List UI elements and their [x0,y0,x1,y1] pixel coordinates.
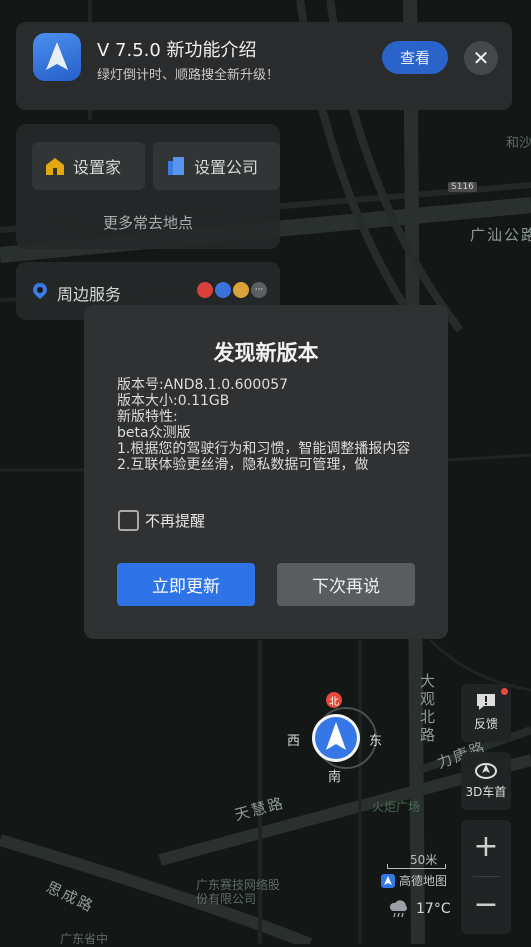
set-home-button[interactable]: 设置家 [32,142,145,190]
road-label-daguan: 大观北路 [420,672,438,744]
dont-remind-checkbox[interactable] [118,510,139,531]
notification-dot [501,688,508,695]
banner-title: V 7.5.0 新功能介绍 [97,40,257,61]
zoom-in-button[interactable]: + [461,820,511,872]
3d-heading-icon [475,763,497,779]
parking-icon [215,282,231,298]
compass-west: 西 [287,734,301,749]
feature-item: 1.根据您的驾驶行为和习惯，智能调整播报内容 [117,441,411,457]
version-number: 版本号:AND8.1.0.600057 [117,377,289,393]
compass-south: 南 [328,770,342,785]
update-dialog: 发现新版本 版本号:AND8.1.0.600057 版本大小:0.11GB 新版… [84,305,448,639]
gas-station-icon [197,282,213,298]
nearby-services-label: 周边服务 [57,285,122,304]
home-icon [46,158,64,175]
view-button[interactable]: 查看 [382,41,448,74]
dont-remind-checkbox-row[interactable]: 不再提醒 [118,510,205,531]
road-label-guangshan: 广汕公路 [470,226,531,244]
road-sign-s116: S116 [448,182,477,192]
dialog-release-notes[interactable]: 版本号:AND8.1.0.600057 版本大小:0.11GB 新版特性: be… [117,377,417,493]
compass-east: 东 [369,734,383,749]
new-feature-banner[interactable]: V 7.5.0 新功能介绍 绿灯倒计时、顺路搜全新升级！ 查看 ✕ [16,22,512,110]
close-icon[interactable]: ✕ [464,41,498,75]
set-company-label: 设置公司 [194,158,259,177]
poi-label-torch-square: 火炬广场 [372,800,421,814]
company-icon [168,157,184,175]
more-places-link[interactable]: 更多常去地点 [16,212,280,233]
version-size: 版本大小:0.11GB [117,393,230,409]
location-pin-icon [33,283,47,299]
nearby-service-icons: ··· [197,282,267,298]
zoom-out-button[interactable]: − [461,878,511,930]
feedback-button[interactable]: 反馈 [461,684,511,742]
feature-item: 2.互联体验更丝滑，隐私数据可管理，做 [117,457,369,473]
dont-remind-label: 不再提醒 [145,512,206,530]
update-now-button[interactable]: 立即更新 [117,563,255,606]
zoom-divider [473,876,499,877]
amap-brand: 高德地图 [381,872,447,889]
poi-label-guangdong-province: 广东省中 [60,932,109,946]
features-heading: 新版特性: [117,409,178,425]
feedback-label: 反馈 [473,717,498,731]
zoom-controls: + − [461,820,511,934]
amap-brand-label: 高德地图 [399,874,448,888]
temperature: 17°C [416,901,451,917]
more-dots-icon: ··· [251,282,267,298]
shortcuts-panel: 设置家 设置公司 更多常去地点 [16,124,280,249]
poi-label-hesha: 和沙 [506,136,531,151]
scale-bar [387,864,446,869]
compass[interactable]: 北 西 东 南 [287,692,386,785]
app-logo-icon [33,33,81,81]
banner-subtitle: 绿灯倒计时、顺路搜全新升级！ [97,68,280,83]
food-icon [233,282,249,298]
amap-logo-icon [381,873,395,888]
poi-label-guangdong-company: 广东赛技网络股份有限公司 [196,878,281,906]
set-home-label: 设置家 [73,158,122,177]
feedback-icon [477,694,495,710]
later-button[interactable]: 下次再说 [277,563,415,606]
weather-widget: 17°C [388,900,451,918]
set-company-button[interactable]: 设置公司 [153,142,280,190]
compass-north: 北 [326,692,342,708]
view-3d-button[interactable]: 3D车首 [461,752,511,810]
view-3d-label: 3D车首 [465,785,507,799]
dialog-title: 发现新版本 [213,341,319,365]
cloudy-rain-icon [389,900,407,918]
beta-label: beta众测版 [117,425,191,441]
